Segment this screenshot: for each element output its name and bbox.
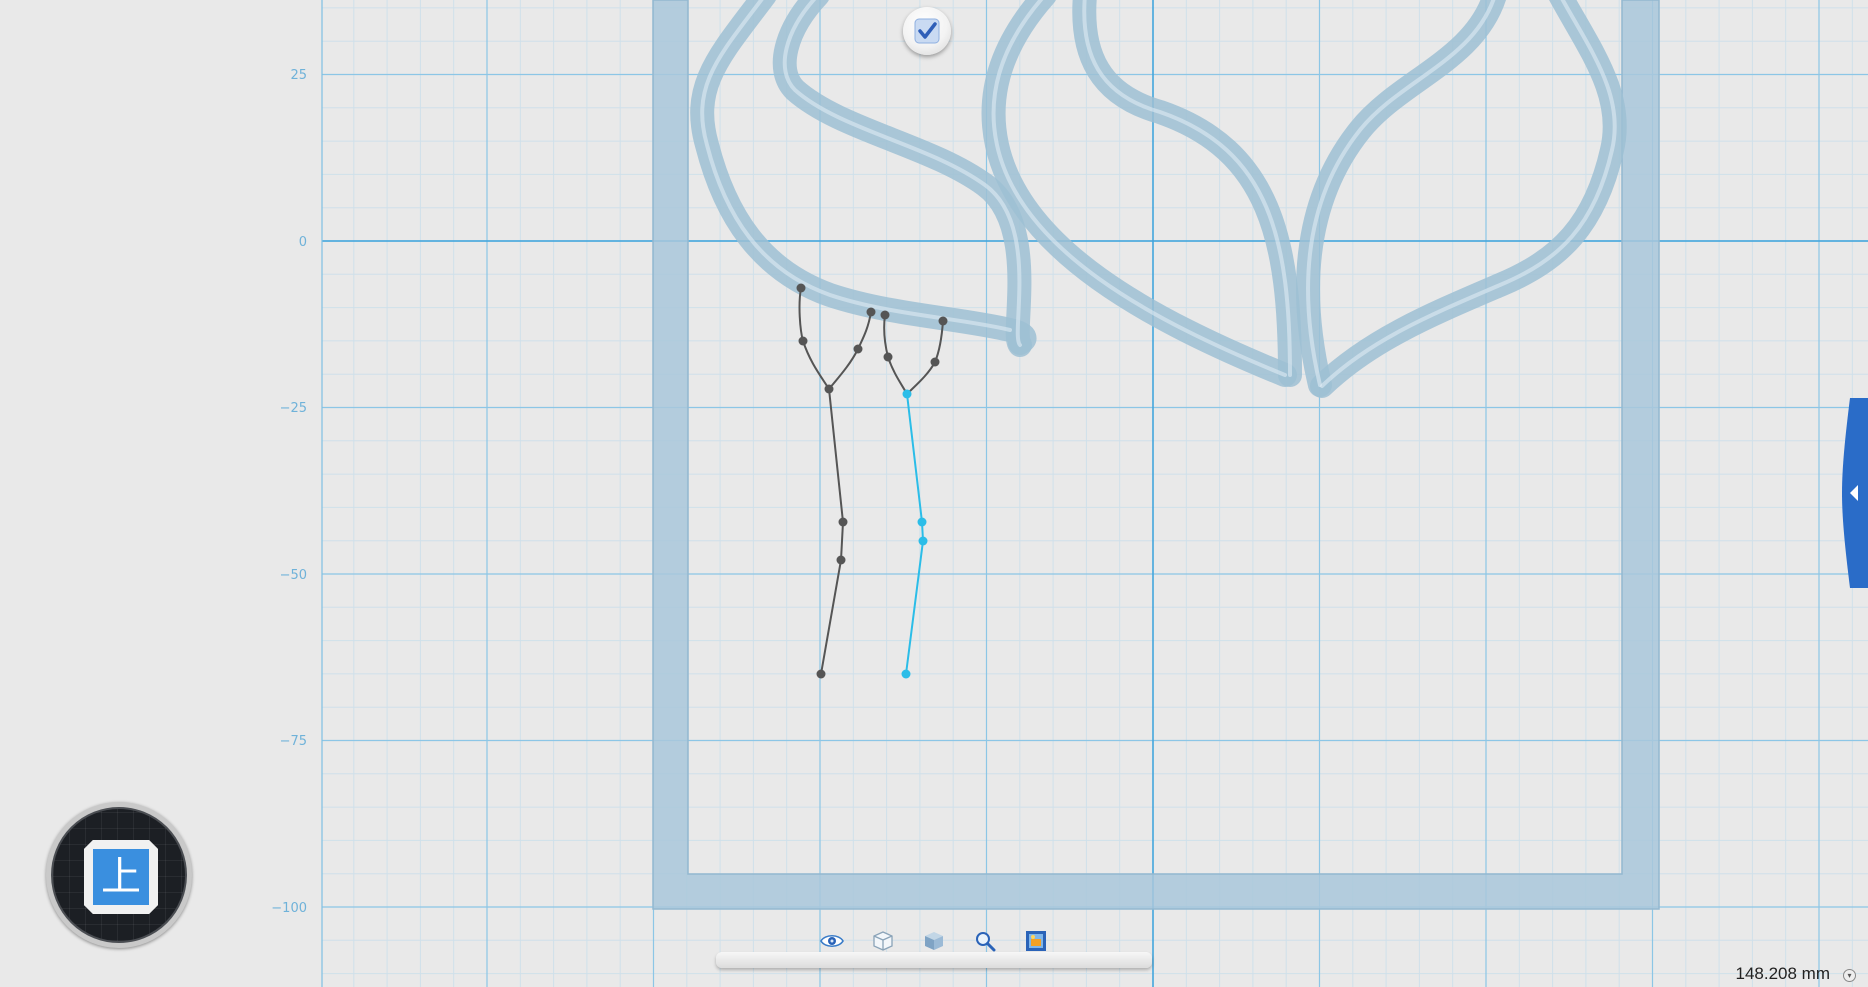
wireframe-view-button[interactable] <box>870 928 896 954</box>
y-label-25: 25 <box>290 68 307 83</box>
y-label-minus-50: −50 <box>280 568 307 583</box>
eye-button[interactable] <box>819 928 845 954</box>
side-panel-toggle[interactable] <box>1842 398 1868 588</box>
measurement-readout: 148.208 mm <box>1735 964 1831 983</box>
bottom-toolbar <box>716 920 1152 972</box>
sketch-canvas[interactable]: 25 0 −25 −50 −75 −100 <box>0 0 1868 987</box>
wireframe-cube-icon <box>873 931 893 951</box>
zoom-button[interactable] <box>972 928 998 954</box>
sketch-point-selected[interactable] <box>917 517 927 527</box>
chevron-down-icon: ▾ <box>1847 970 1852 980</box>
solid-cube-icon <box>925 932 943 950</box>
tube-center-petal <box>981 0 1297 387</box>
sketch-point[interactable] <box>836 555 846 565</box>
tube-right-inner <box>1310 0 1627 398</box>
sketch-point[interactable] <box>796 283 806 293</box>
sketch-point[interactable] <box>853 344 863 354</box>
sketch-point[interactable] <box>816 669 826 679</box>
sketch-points-dark[interactable] <box>796 283 876 679</box>
y-label-minus-25: −25 <box>280 401 307 416</box>
checkmark-icon <box>914 18 940 44</box>
materials-icon <box>1026 931 1046 951</box>
sketch-point[interactable] <box>880 310 890 320</box>
view-cube-ring: 上 <box>51 807 187 943</box>
sketch-point[interactable] <box>838 517 848 527</box>
solid-view-button[interactable] <box>921 928 947 954</box>
sketch-curve-branch[interactable] <box>883 314 944 675</box>
chevron-left-icon <box>1842 398 1868 588</box>
y-label-minus-75: −75 <box>280 734 307 749</box>
sketch-point[interactable] <box>824 384 834 394</box>
y-label-0: 0 <box>299 235 307 250</box>
sketch-point[interactable] <box>938 316 948 326</box>
sketch-point[interactable] <box>798 336 808 346</box>
sketch-point[interactable] <box>930 357 940 367</box>
sketch-point[interactable] <box>866 307 876 317</box>
y-label-minus-100: −100 <box>271 901 307 916</box>
toolbar-shelf <box>716 952 1152 968</box>
zoom-icon <box>976 932 996 952</box>
sketch-point-selected[interactable] <box>918 536 928 546</box>
y-axis-labels: 25 0 −25 −50 −75 −100 <box>271 68 307 916</box>
units-dropdown-button[interactable]: ▾ <box>1843 969 1856 982</box>
sketch-point-selected[interactable] <box>902 389 912 399</box>
eye-icon <box>820 934 844 948</box>
view-cube-face[interactable]: 上 <box>84 840 158 914</box>
frame-body[interactable] <box>652 0 1660 910</box>
materials-button[interactable] <box>1023 928 1049 954</box>
view-cube-face-label: 上 <box>93 849 149 905</box>
view-cube[interactable]: 上 <box>46 802 192 948</box>
sketch-point[interactable] <box>883 352 893 362</box>
tube-shapes[interactable] <box>690 0 1627 398</box>
confirm-button[interactable] <box>903 7 951 55</box>
sketch-point-selected[interactable] <box>901 669 911 679</box>
